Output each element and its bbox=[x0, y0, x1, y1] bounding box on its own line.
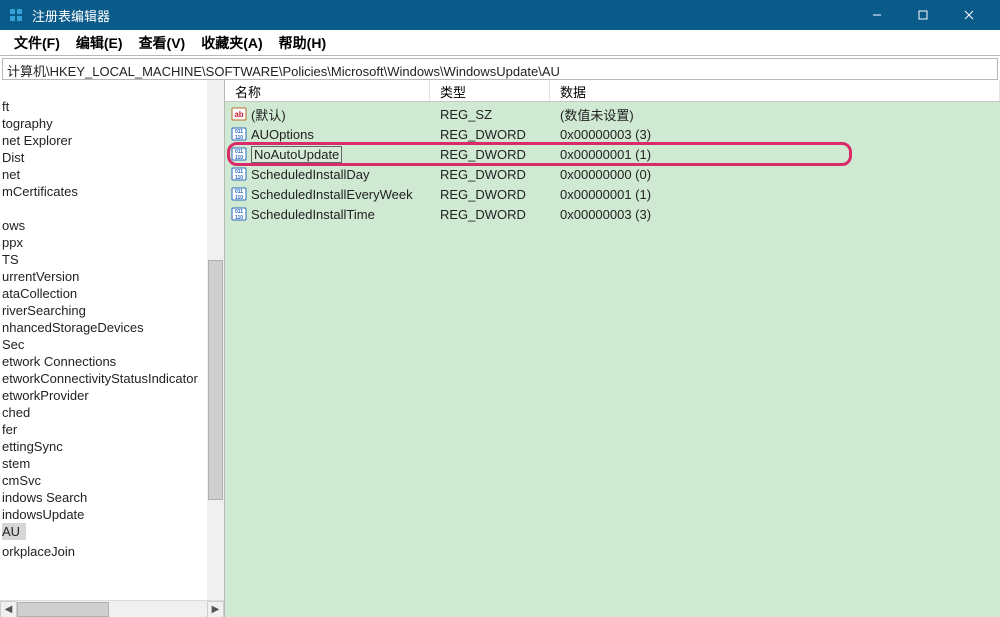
value-type-cell: REG_SZ bbox=[430, 107, 550, 122]
value-data-cell: 0x00000001 (1) bbox=[550, 147, 1000, 162]
tree-item[interactable]: nhancedStorageDevices bbox=[2, 319, 224, 336]
tree-item[interactable]: stem bbox=[2, 455, 224, 472]
menubar: 文件(F) 编辑(E) 查看(V) 收藏夹(A) 帮助(H) bbox=[0, 30, 1000, 56]
tree-item[interactable]: etwork Connections bbox=[2, 353, 224, 370]
value-type-cell: REG_DWORD bbox=[430, 167, 550, 182]
value-type-cell: REG_DWORD bbox=[430, 127, 550, 142]
tree-item[interactable]: indows Search bbox=[2, 489, 224, 506]
address-bar[interactable]: 计算机\HKEY_LOCAL_MACHINE\SOFTWARE\Policies… bbox=[2, 58, 998, 80]
value-name: AUOptions bbox=[251, 127, 314, 142]
value-name: ScheduledInstallTime bbox=[251, 207, 375, 222]
tree-item[interactable]: urrentVersion bbox=[2, 268, 224, 285]
tree-item[interactable]: ched bbox=[2, 404, 224, 421]
menu-favorites[interactable]: 收藏夹(A) bbox=[193, 31, 270, 55]
value-data-cell: 0x00000003 (3) bbox=[550, 207, 1000, 222]
tree-item[interactable]: indowsUpdate bbox=[2, 506, 224, 523]
menu-file[interactable]: 文件(F) bbox=[6, 31, 68, 55]
dword-value-icon: 011110 bbox=[231, 126, 247, 142]
tree-item-selected[interactable]: AU bbox=[2, 523, 26, 540]
value-name-cell: ab (默认) bbox=[225, 105, 430, 124]
svg-text:110: 110 bbox=[235, 215, 243, 221]
svg-text:110: 110 bbox=[235, 175, 243, 181]
value-row[interactable]: 011110 ScheduledInstallTime REG_DWORD0x000… bbox=[225, 204, 1000, 224]
scroll-track[interactable] bbox=[17, 601, 207, 617]
value-name: ScheduledInstallEveryWeek bbox=[251, 187, 413, 202]
value-name-cell: 011110 ScheduledInstallDay bbox=[225, 166, 430, 182]
value-name-cell: 011110NoAutoUpdate bbox=[225, 146, 430, 163]
close-button[interactable] bbox=[946, 0, 992, 30]
values-panel: 名称 类型 数据 ab (默认) REG_SZ(数值未设置) 011110 AUOpti… bbox=[225, 80, 1000, 617]
column-header-name[interactable]: 名称 bbox=[225, 80, 430, 101]
tree-vertical-scrollbar[interactable] bbox=[207, 80, 224, 600]
value-row[interactable]: 011110 AUOptions REG_DWORD0x00000003 (3) bbox=[225, 124, 1000, 144]
value-type-cell: REG_DWORD bbox=[430, 187, 550, 202]
value-data-cell: 0x00000001 (1) bbox=[550, 187, 1000, 202]
tree-item[interactable]: ettingSync bbox=[2, 438, 224, 455]
tree-panel: fttographynet ExplorerDistnetmCertificat… bbox=[0, 80, 225, 617]
svg-text:ab: ab bbox=[234, 110, 243, 119]
tree-vertical-scroll-thumb[interactable] bbox=[208, 260, 223, 500]
tree-item[interactable]: riverSearching bbox=[2, 302, 224, 319]
value-data-cell: (数值未设置) bbox=[550, 105, 1000, 124]
tree-item[interactable]: etworkConnectivityStatusIndicator bbox=[2, 370, 224, 387]
tree-item[interactable]: tography bbox=[2, 115, 224, 132]
tree-item[interactable]: etworkProvider bbox=[2, 387, 224, 404]
dword-value-icon: 011110 bbox=[231, 166, 247, 182]
menu-help[interactable]: 帮助(H) bbox=[271, 31, 334, 55]
dword-value-icon: 011110 bbox=[231, 206, 247, 222]
titlebar[interactable]: 注册表编辑器 bbox=[0, 0, 1000, 30]
tree-item[interactable]: ows bbox=[2, 217, 224, 234]
svg-text:110: 110 bbox=[235, 195, 243, 201]
maximize-button[interactable] bbox=[900, 0, 946, 30]
tree[interactable]: fttographynet ExplorerDistnetmCertificat… bbox=[0, 80, 224, 600]
values-header: 名称 类型 数据 bbox=[225, 80, 1000, 102]
scroll-left-arrow-icon[interactable]: ◀ bbox=[0, 601, 17, 617]
value-data-cell: 0x00000003 (3) bbox=[550, 127, 1000, 142]
scroll-right-arrow-icon[interactable]: ▶ bbox=[207, 601, 224, 617]
tree-horizontal-scroll-thumb[interactable] bbox=[17, 602, 109, 617]
tree-item[interactable]: ataCollection bbox=[2, 285, 224, 302]
tree-item[interactable]: TS bbox=[2, 251, 224, 268]
value-row[interactable]: 011110NoAutoUpdateREG_DWORD0x00000001 (1… bbox=[225, 144, 1000, 164]
values-list[interactable]: ab (默认) REG_SZ(数值未设置) 011110 AUOptions REG_DW… bbox=[225, 102, 1000, 617]
tree-item[interactable]: ft bbox=[2, 98, 224, 115]
value-name: (默认) bbox=[251, 105, 286, 124]
menu-view[interactable]: 查看(V) bbox=[131, 31, 194, 55]
tree-item[interactable]: mCertificates bbox=[2, 183, 224, 200]
svg-text:110: 110 bbox=[235, 135, 243, 141]
column-header-data[interactable]: 数据 bbox=[550, 80, 1000, 101]
tree-item[interactable]: fer bbox=[2, 421, 224, 438]
tree-item[interactable]: Sec bbox=[2, 336, 224, 353]
tree-item[interactable]: cmSvc bbox=[2, 472, 224, 489]
tree-horizontal-scrollbar[interactable]: ◀ ▶ bbox=[0, 600, 224, 617]
value-row[interactable]: 011110 ScheduledInstallDay REG_DWORD0x0000… bbox=[225, 164, 1000, 184]
value-name-cell: 011110 ScheduledInstallTime bbox=[225, 206, 430, 222]
body: fttographynet ExplorerDistnetmCertificat… bbox=[0, 80, 1000, 617]
menu-edit[interactable]: 编辑(E) bbox=[68, 31, 131, 55]
value-row[interactable]: ab (默认) REG_SZ(数值未设置) bbox=[225, 104, 1000, 124]
value-name: NoAutoUpdate bbox=[251, 146, 342, 163]
value-type-cell: REG_DWORD bbox=[430, 207, 550, 222]
value-name-cell: 011110 ScheduledInstallEveryWeek bbox=[225, 186, 430, 202]
value-data-cell: 0x00000000 (0) bbox=[550, 167, 1000, 182]
window-title: 注册表编辑器 bbox=[32, 6, 854, 25]
value-name-cell: 011110 AUOptions bbox=[225, 126, 430, 142]
minimize-button[interactable] bbox=[854, 0, 900, 30]
tree-item[interactable]: net bbox=[2, 166, 224, 183]
value-type-cell: REG_DWORD bbox=[430, 147, 550, 162]
tree-item[interactable]: Dist bbox=[2, 149, 224, 166]
string-value-icon: ab bbox=[231, 106, 247, 122]
svg-text:110: 110 bbox=[235, 155, 243, 161]
value-row[interactable]: 011110 ScheduledInstallEveryWeek REG_DWORD… bbox=[225, 184, 1000, 204]
tree-item[interactable]: ppx bbox=[2, 234, 224, 251]
app-icon bbox=[8, 7, 24, 23]
tree-item[interactable]: orkplaceJoin bbox=[2, 543, 224, 560]
value-name: ScheduledInstallDay bbox=[251, 167, 370, 182]
tree-item[interactable] bbox=[2, 200, 224, 217]
dword-value-icon: 011110 bbox=[231, 186, 247, 202]
tree-item[interactable]: net Explorer bbox=[2, 132, 224, 149]
column-header-type[interactable]: 类型 bbox=[430, 80, 550, 101]
dword-value-icon: 011110 bbox=[231, 146, 247, 162]
